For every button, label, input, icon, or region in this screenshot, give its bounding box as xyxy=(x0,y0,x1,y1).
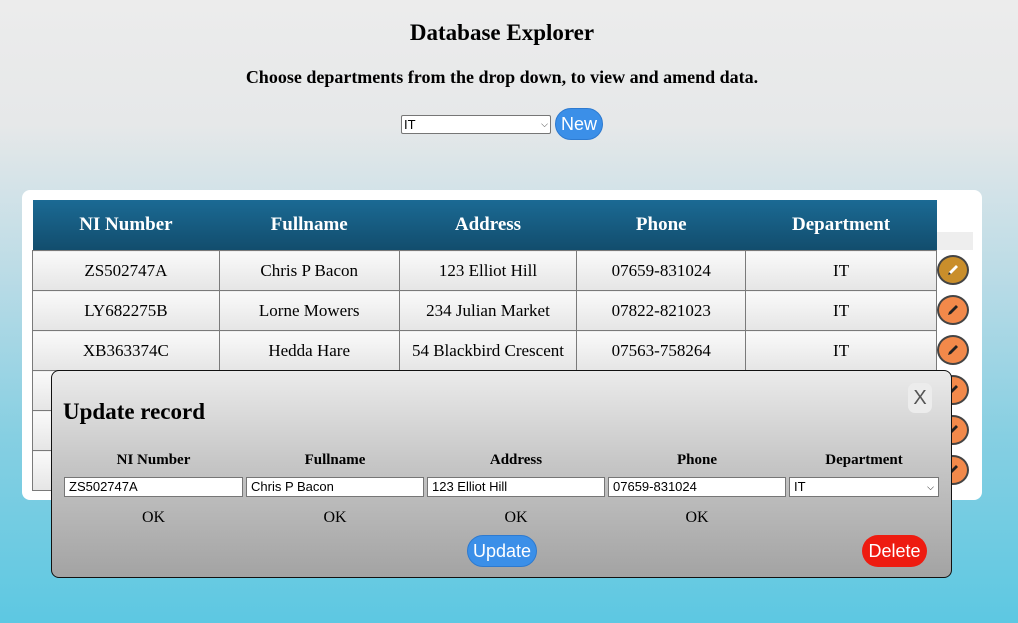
pencil-icon xyxy=(948,345,958,355)
cell-ni-number: LY682275B xyxy=(32,290,220,331)
column-header-fullname: Fullname xyxy=(219,200,400,251)
cell-phone: 07659-831024 xyxy=(576,250,747,291)
edit-column-strip xyxy=(937,232,973,250)
ni-number-input[interactable]: ZS502747A xyxy=(64,477,243,497)
cell-address: 234 Julian Market xyxy=(398,290,578,331)
cell-fullname: Chris P Bacon xyxy=(218,250,400,291)
edit-row-button[interactable] xyxy=(937,295,969,325)
column-header-address: Address xyxy=(399,200,577,251)
new-button[interactable]: New xyxy=(555,108,603,140)
cell-fullname: Lorne Mowers xyxy=(218,290,400,331)
cell-ni-number: ZS502747A xyxy=(32,250,220,291)
phone-input[interactable]: 07659-831024 xyxy=(608,477,786,497)
department-select-value: IT xyxy=(404,116,416,132)
cell-phone: 07563-758264 xyxy=(576,330,747,371)
field-label: Address xyxy=(489,452,543,468)
cell-department: IT xyxy=(745,330,937,371)
field-status: OK xyxy=(141,509,166,526)
field-label: Fullname xyxy=(304,452,366,468)
cell-department: IT xyxy=(745,290,937,331)
department-select[interactable]: IT ⌵ xyxy=(401,114,551,134)
field-address: Address 123 Elliot Hill OK xyxy=(427,451,605,527)
update-record-modal: Update record X NI Number ZS502747A OK F… xyxy=(51,370,952,578)
pencil-icon xyxy=(948,305,958,315)
cell-phone: 07822-821023 xyxy=(576,290,747,331)
table-row: LY682275B Lorne Mowers 234 Julian Market… xyxy=(32,290,937,331)
field-ni-number: NI Number ZS502747A OK xyxy=(64,451,243,527)
field-label: Phone xyxy=(676,452,717,468)
delete-button[interactable]: Delete xyxy=(862,535,927,567)
column-header-ni-number: NI Number xyxy=(32,200,220,251)
column-header-department: Department xyxy=(745,200,937,251)
chevron-down-icon: ⌵ xyxy=(541,118,548,129)
cell-department: IT xyxy=(745,250,937,291)
field-status: OK xyxy=(504,509,528,526)
fullname-input[interactable]: Chris P Bacon xyxy=(246,477,424,497)
field-label: NI Number xyxy=(116,452,191,468)
cell-address: 54 Blackbird Crescent xyxy=(398,330,578,371)
field-department: Department IT ⌵ xyxy=(789,451,939,497)
column-header-phone: Phone xyxy=(576,200,746,251)
field-status: OK xyxy=(685,509,709,526)
table-header-row: NI Number Fullname Address Phone Departm… xyxy=(32,200,937,251)
table-row: XB363374C Hedda Hare 54 Blackbird Cresce… xyxy=(32,330,937,371)
page-subtitle: Choose departments from the drop down, t… xyxy=(245,67,759,87)
edit-row-button[interactable] xyxy=(937,335,969,365)
table-row: ZS502747A Chris P Bacon 123 Elliot Hill … xyxy=(32,250,937,291)
cell-address: 123 Elliot Hill xyxy=(398,250,578,291)
department-field-select[interactable]: IT ⌵ xyxy=(789,477,939,497)
field-label: Department xyxy=(825,452,903,468)
address-input[interactable]: 123 Elliot Hill xyxy=(427,477,605,497)
field-status: OK xyxy=(323,509,347,526)
department-field-value: IT xyxy=(794,479,806,494)
close-button[interactable]: X xyxy=(908,383,932,413)
modal-title: Update record xyxy=(63,399,206,424)
edit-row-button[interactable] xyxy=(937,255,969,285)
cell-ni-number: XB363374C xyxy=(32,330,220,371)
chevron-down-icon: ⌵ xyxy=(927,482,934,492)
update-button[interactable]: Update xyxy=(467,535,537,567)
cell-fullname: Hedda Hare xyxy=(218,330,400,371)
pencil-icon xyxy=(948,265,958,275)
page-title: Database Explorer xyxy=(409,20,595,45)
field-fullname: Fullname Chris P Bacon OK xyxy=(246,451,424,527)
field-phone: Phone 07659-831024 OK xyxy=(608,451,786,527)
department-controls: IT ⌵ New xyxy=(401,108,603,140)
